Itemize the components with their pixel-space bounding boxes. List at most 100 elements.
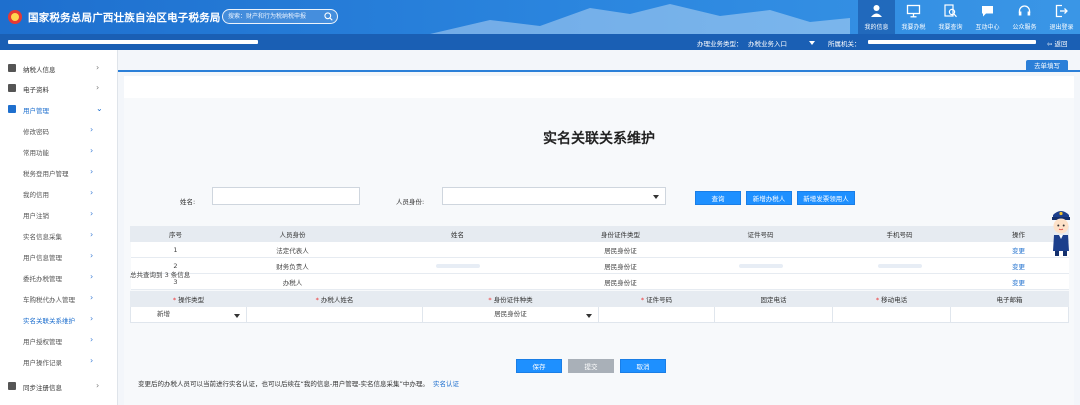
role-label: 人员身份: <box>396 198 425 206</box>
id-card-icon <box>8 64 16 72</box>
chevron-right-icon: › <box>96 381 100 390</box>
id-kind-select[interactable]: 居民身份证 <box>422 306 599 323</box>
sidebar-subitem[interactable]: 用户操作记录 › <box>0 351 118 371</box>
hint-text: 变更后的办税人员可以当前进行实名认证，也可以后续在“我的信息-用户管理-实名信息… <box>138 380 459 388</box>
col-header: * 身份证件种类 <box>422 291 599 307</box>
tax-logo-icon <box>8 10 22 24</box>
sidebar-subitem[interactable]: 用户注销 › <box>0 204 118 224</box>
masked-cell <box>690 257 831 274</box>
magnifier-doc-icon <box>944 4 957 18</box>
mobile-input[interactable] <box>832 306 951 323</box>
name-input[interactable] <box>212 187 360 205</box>
assistant-mascot-icon[interactable] <box>1048 205 1074 257</box>
sidebar-item-user-manage[interactable]: 用户管理 ⌄ <box>0 99 118 119</box>
document-icon <box>8 84 16 92</box>
chevron-right-icon: › <box>90 293 94 302</box>
sidebar-subitem-current[interactable]: 实名关联关系维护 › <box>0 309 118 329</box>
chevron-down-icon <box>586 314 592 318</box>
email-input[interactable] <box>950 306 1069 323</box>
save-button[interactable]: 保存 <box>516 359 562 373</box>
chevron-right-icon: › <box>90 251 94 260</box>
nav-logout[interactable]: 退出登录 <box>1043 0 1080 34</box>
user-icon <box>871 5 882 17</box>
search-input[interactable] <box>228 11 320 22</box>
table-row: 3 办税人 居民身份证 变更 <box>130 273 1069 290</box>
chevron-right-icon: › <box>90 125 94 134</box>
nav-my-info[interactable]: 我的信息 <box>858 0 895 34</box>
chevron-right-icon: › <box>90 314 94 323</box>
sidebar-item-sync[interactable]: 同步注册信息 › <box>0 376 118 396</box>
sidebar-item-taxpayer-info[interactable]: 纳税人信息 › <box>0 58 118 78</box>
user-manage-icon <box>8 105 16 113</box>
nav-interact[interactable]: 互动中心 <box>969 0 1006 34</box>
business-type-select[interactable]: 办税业务入口 <box>748 38 787 48</box>
id-number-input[interactable] <box>598 306 715 323</box>
back-link[interactable]: ⇦ 返回 <box>1047 38 1068 48</box>
col-header: 手机号码 <box>830 226 969 242</box>
col-header: * 移动电话 <box>832 291 951 307</box>
sidebar-subitem[interactable]: 委托办税管理 › <box>0 267 118 287</box>
col-header: 人员身份 <box>220 226 365 242</box>
add-agent-button[interactable]: 新增办税人 <box>746 191 792 205</box>
tab-strip: 去单填写 <box>118 58 1080 72</box>
sidebar-subitem[interactable]: 用户授权管理 › <box>0 330 118 350</box>
search-icon[interactable] <box>324 12 333 21</box>
business-type-label: 办理业务类型： <box>697 40 743 48</box>
edit-row: 新增 居民身份证 <box>130 306 1069 323</box>
agent-name-input[interactable] <box>246 306 423 323</box>
table-row: 1 法定代表人 居民身份证 变更 <box>130 241 1069 258</box>
sidebar-subitem[interactable]: 税务登用户管理 › <box>0 162 118 182</box>
search-box[interactable] <box>222 9 338 24</box>
chevron-right-icon: › <box>90 209 94 218</box>
logout-icon <box>1055 4 1068 18</box>
col-header: * 操作类型 <box>130 291 247 307</box>
add-ticket-user-button[interactable]: 新增发票领用人 <box>797 191 855 205</box>
content-panel: 实名关联关系维护 姓名: 人员身份: 查询 新增办税人 新增发票领用人 序号 人… <box>124 76 1074 405</box>
tax-authority-label: 所属机关： <box>828 40 861 48</box>
submit-button[interactable]: 提交 <box>568 359 614 373</box>
col-header: 证件号码 <box>690 226 831 242</box>
taxpayer-name-masked <box>8 40 258 44</box>
chevron-down-icon[interactable] <box>809 41 815 45</box>
relation-table: 序号 人员身份 姓名 身份证件类型 证件号码 手机号码 操作 1 法定代表人 居… <box>130 226 1069 290</box>
table-row: 2 财务负责人 居民身份证 变更 <box>130 257 1069 274</box>
col-header: 身份证件类型 <box>550 226 691 242</box>
nav-public-service[interactable]: 公众服务 <box>1006 0 1043 34</box>
col-header: * 办税人姓名 <box>246 291 423 307</box>
masked-cell <box>830 257 969 274</box>
sidebar-subitem[interactable]: 我的信用 › <box>0 183 118 203</box>
great-wall-decoration <box>430 4 850 34</box>
cancel-button[interactable]: 取消 <box>620 359 666 373</box>
sidebar-subitem[interactable]: 车购税代办人管理 › <box>0 288 118 308</box>
sidebar-subitem[interactable]: 常用功能 › <box>0 141 118 161</box>
headset-icon <box>1018 5 1031 16</box>
masked-cell <box>364 257 551 274</box>
name-label: 姓名: <box>180 198 196 206</box>
nav-query[interactable]: 我要查询 <box>932 0 969 34</box>
sidebar-subitem[interactable]: 实名信息采集 › <box>0 225 118 245</box>
monitor-icon <box>906 4 921 18</box>
sidebar-item-e-docs[interactable]: 电子资料 › <box>0 78 118 98</box>
sidebar-subitem[interactable]: 用户信息管理 › <box>0 246 118 266</box>
op-type-select[interactable]: 新增 <box>130 306 247 323</box>
sidebar-subitem[interactable]: 修改密码 › <box>0 120 118 140</box>
search-button[interactable]: 查询 <box>695 191 741 205</box>
change-link[interactable]: 变更 <box>968 257 1069 274</box>
change-link[interactable]: 变更 <box>968 273 1069 290</box>
tab-fill-form[interactable]: 去单填写 <box>1026 60 1068 72</box>
chat-icon <box>982 6 993 17</box>
chevron-down-icon: ⌄ <box>96 104 103 113</box>
chevron-right-icon: › <box>90 188 94 197</box>
result-count: 总共查询到 3 条信息 <box>130 271 191 279</box>
nav-do-tax[interactable]: 我要办税 <box>895 0 932 34</box>
chevron-right-icon: › <box>90 167 94 176</box>
chevron-right-icon: › <box>90 335 94 344</box>
main-content: 去单填写 实名关联关系维护 姓名: 人员身份: 查询 新增办税人 新增发票领用人… <box>118 50 1080 405</box>
landline-input[interactable] <box>714 306 833 323</box>
chevron-right-icon: › <box>96 83 100 92</box>
role-select[interactable] <box>442 187 666 205</box>
top-nav: 我的信息 我要办税 我要查询 互动中心 公众服务 退出登录 <box>858 0 1080 34</box>
chevron-down-icon <box>653 195 659 199</box>
col-header: * 证件号码 <box>598 291 715 307</box>
real-name-auth-link[interactable]: 实名认证 <box>433 380 459 388</box>
